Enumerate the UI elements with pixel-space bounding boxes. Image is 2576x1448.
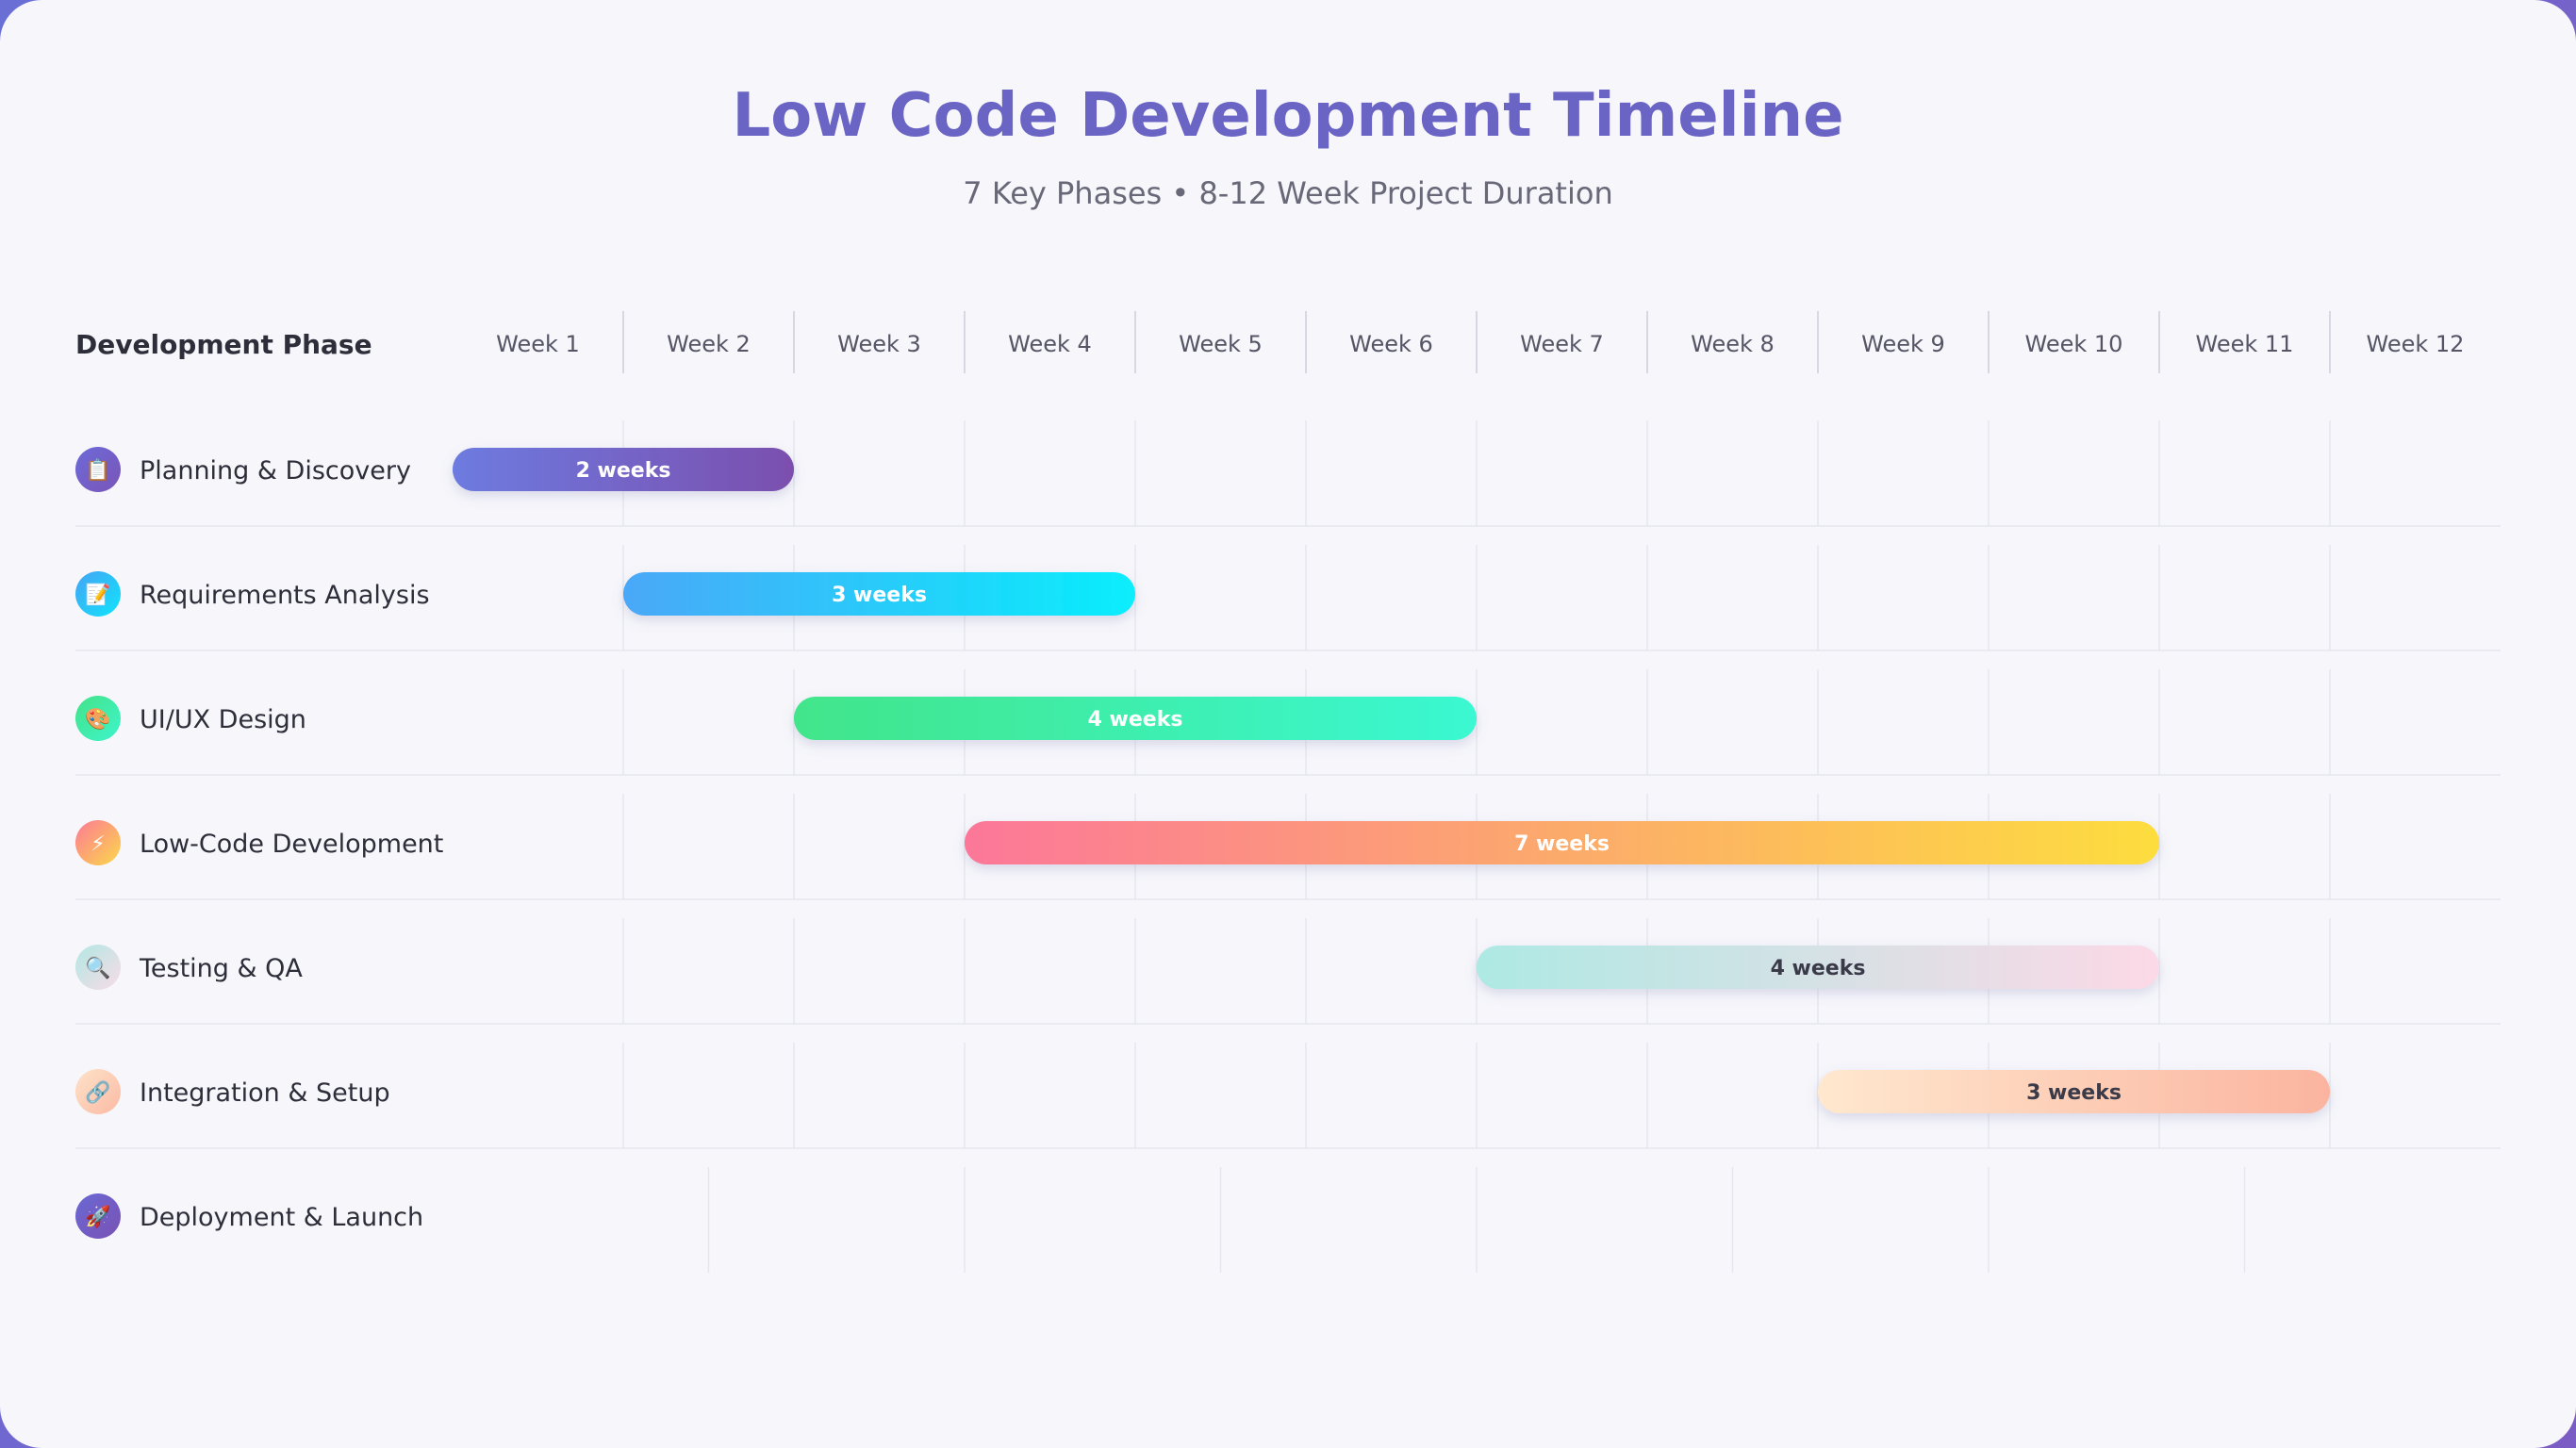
- week-header-3: Week 3: [837, 331, 921, 357]
- phase-column-header: Development Phase: [75, 329, 372, 360]
- memo-icon-glyph: 📝: [85, 583, 110, 607]
- bar-duration-label: 7 weeks: [1514, 832, 1610, 856]
- magnifier-icon-glyph: 🔍: [85, 954, 110, 980]
- week-header-8: Week 8: [1691, 331, 1775, 357]
- week-header-1: Week 1: [496, 331, 580, 357]
- phase-label: UI/UX Design: [140, 705, 306, 734]
- week-header-9: Week 9: [1861, 331, 1945, 357]
- bar-duration-label: 4 weeks: [1771, 957, 1866, 980]
- phase-label: Integration & Setup: [140, 1078, 390, 1108]
- phase-label: Requirements Analysis: [140, 581, 430, 610]
- memo-icon: 📝: [75, 571, 121, 617]
- bar-duration-label: 4 weeks: [1088, 708, 1183, 732]
- week-header-4: Week 4: [1008, 331, 1092, 357]
- link-icon: 🔗: [75, 1069, 121, 1114]
- magnifier-icon: 🔍: [75, 945, 121, 990]
- week-header-10: Week 10: [2025, 331, 2123, 357]
- phase-label: Deployment & Launch: [140, 1203, 423, 1232]
- clipboard-icon: 📋: [75, 447, 121, 492]
- bar-duration-label: 3 weeks: [2026, 1081, 2122, 1105]
- bar-duration-label: 3 weeks: [832, 584, 927, 607]
- phase-label: Planning & Discovery: [140, 456, 411, 485]
- week-header-5: Week 5: [1179, 331, 1263, 357]
- week-header-6: Week 6: [1349, 331, 1433, 357]
- gantt-chart: Development Phase Week 1 Week 2 Week 3 Week …: [75, 311, 2501, 1273]
- week-header-12: Week 12: [2367, 331, 2465, 357]
- week-header-11: Week 11: [2196, 331, 2294, 357]
- week-header-2: Week 2: [667, 331, 751, 357]
- palette-icon-glyph: 🎨: [85, 706, 110, 732]
- clipboard-icon-glyph: 📋: [85, 458, 110, 483]
- rocket-icon-glyph: 🚀: [85, 1205, 110, 1229]
- link-icon-glyph: 🔗: [85, 1079, 110, 1105]
- phase-label: Low-Code Development: [140, 830, 443, 859]
- lightning-icon: ⚡: [75, 820, 121, 865]
- timeline-card: Low Code Development Timeline 7 Key Phas…: [0, 0, 2576, 1448]
- week-header-7: Week 7: [1520, 331, 1604, 357]
- rocket-icon: 🚀: [75, 1193, 121, 1239]
- bar-duration-label: 2 weeks: [576, 459, 671, 483]
- phase-label: Testing & QA: [139, 954, 303, 983]
- lightning-icon-glyph: ⚡: [91, 832, 105, 856]
- palette-icon: 🎨: [75, 696, 121, 741]
